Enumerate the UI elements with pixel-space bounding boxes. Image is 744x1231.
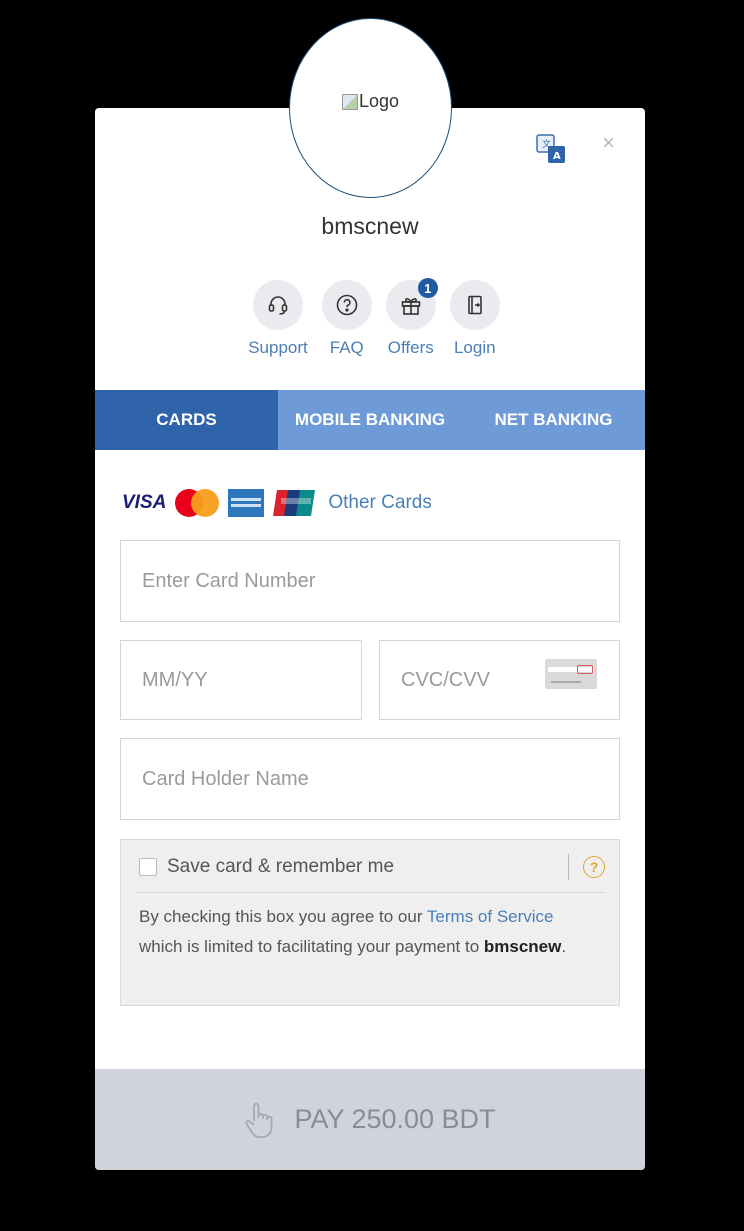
payment-modal: 文 A × bmscnew Support FAQ 1 Offers Login…	[95, 108, 645, 1170]
cvc-card-icon	[545, 659, 597, 689]
hand-pointer-icon	[245, 1102, 273, 1138]
card-holder-field[interactable]	[120, 738, 620, 820]
help-icon[interactable]: ?	[583, 856, 605, 878]
tab-net-banking[interactable]: NET BANKING	[462, 390, 645, 450]
offers-link[interactable]: 1 Offers	[385, 278, 438, 358]
merchant-logo: Logo	[289, 18, 452, 198]
quick-links: Support FAQ 1 Offers Login	[95, 278, 645, 358]
cvc-field[interactable]	[379, 640, 620, 720]
tab-cards[interactable]: CARDS	[95, 390, 278, 450]
expiry-field[interactable]	[120, 640, 362, 720]
login-link[interactable]: Login	[449, 280, 500, 358]
faq-link[interactable]: FAQ	[321, 280, 372, 358]
divider	[135, 892, 605, 893]
pay-button-label: PAY 250.00 BDT	[294, 1104, 496, 1134]
support-link[interactable]: Support	[248, 280, 308, 358]
save-card-terms-text: By checking this box you agree to our Te…	[139, 907, 567, 956]
faq-label: FAQ	[329, 338, 364, 357]
divider	[568, 854, 569, 880]
merchant-name: bmscnew	[321, 213, 419, 239]
question-icon	[336, 294, 358, 316]
mastercard-logo	[175, 489, 220, 517]
unionpay-logo	[273, 488, 319, 518]
visa-logo: VISA	[122, 492, 167, 513]
card-brands: VISA Other Cards	[122, 488, 432, 518]
svg-text:文: 文	[542, 138, 551, 150]
headset-icon	[268, 296, 288, 315]
card-number-field[interactable]	[120, 540, 620, 622]
amex-logo	[228, 489, 265, 517]
card-holder-input[interactable]	[121, 739, 619, 819]
close-icon[interactable]: ×	[602, 132, 615, 154]
translate-icon[interactable]: 文 A	[536, 134, 566, 164]
card-number-input[interactable]	[121, 541, 619, 621]
logo-alt-text: Logo	[358, 91, 400, 111]
payment-tabs: CARDS MOBILE BANKING NET BANKING	[95, 390, 645, 450]
support-label: Support	[248, 338, 308, 357]
login-label: Login	[453, 338, 496, 357]
save-card-box: Save card & remember me ? By checking th…	[120, 839, 620, 1006]
tab-mobile-banking[interactable]: MOBILE BANKING	[278, 390, 462, 450]
offers-label: Offers	[387, 338, 434, 357]
other-cards-link[interactable]: Other Cards	[328, 492, 431, 514]
save-card-label[interactable]: Save card & remember me	[167, 856, 568, 878]
svg-text:A: A	[553, 151, 561, 162]
save-card-checkbox[interactable]	[139, 858, 157, 876]
login-icon	[467, 295, 482, 315]
broken-image-icon	[341, 93, 358, 110]
terms-of-service-link[interactable]: Terms of Service	[427, 907, 554, 926]
offers-badge: 1	[417, 278, 438, 298]
pay-button[interactable]: PAY 250.00 BDT	[95, 1069, 645, 1170]
gift-icon	[401, 298, 421, 315]
expiry-input[interactable]	[121, 641, 361, 719]
